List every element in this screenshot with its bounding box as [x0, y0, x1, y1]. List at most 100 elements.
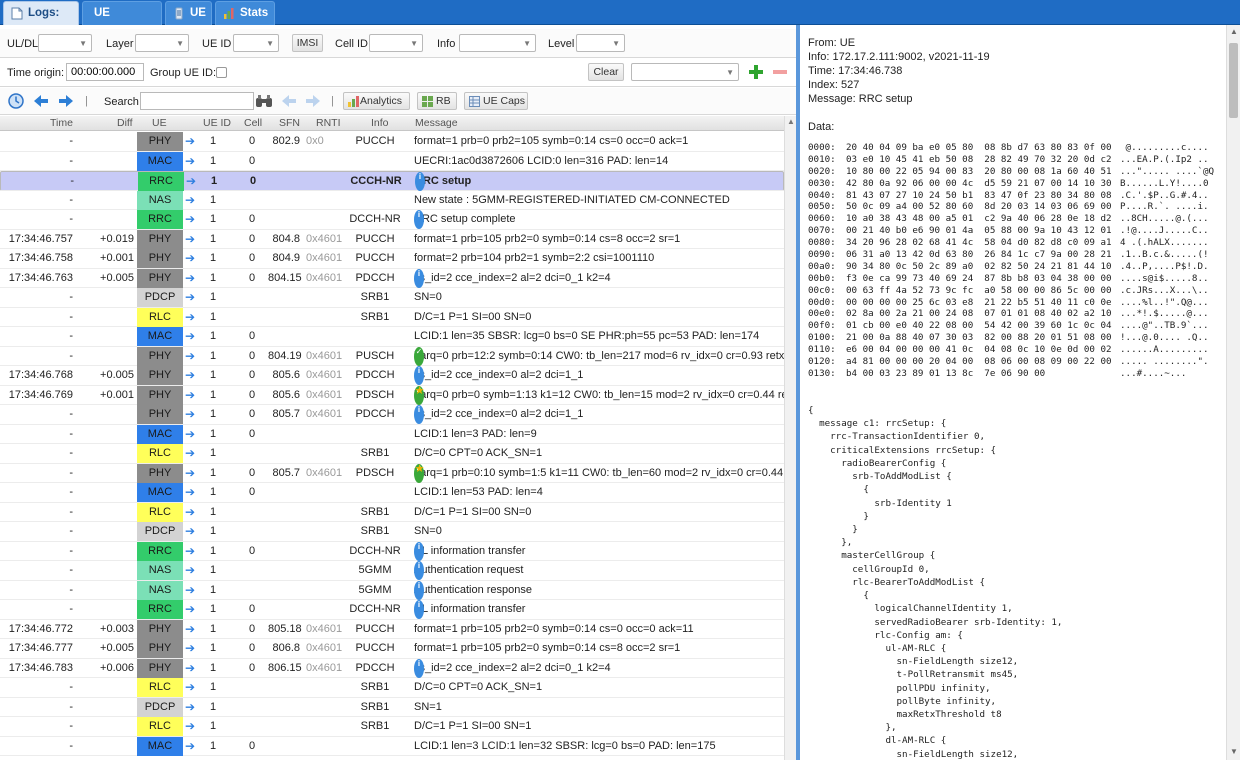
tab-ue-scenario[interactable]: UE Scenario	[82, 1, 162, 42]
scroll-thumb[interactable]	[1229, 43, 1238, 118]
table-row[interactable]: - RLC ➔ 1 SRB1 D/C=1 P=1 SI=00 SN=0	[0, 307, 784, 327]
level-select[interactable]: ▼	[576, 34, 625, 52]
cell-cell: 0	[249, 486, 256, 498]
table-row[interactable]: 17:34:46.763 +0.005 PHY ➔ 1 0 804.15 0x4601 PDCC…	[0, 268, 784, 288]
col-cell[interactable]: Cell	[244, 117, 262, 130]
col-info[interactable]: Info	[371, 117, 389, 130]
tab-stats[interactable]: Stats	[215, 1, 275, 25]
col-ue[interactable]: UE	[152, 117, 167, 130]
cell-cell	[249, 503, 259, 522]
table-row[interactable]: - RLC ➔ 1 SRB1 D/C=0 CPT=0 ACK_SN=1	[0, 678, 784, 698]
cell-message: i ss_id=2 cce_index=0 al=2 dci=1_1	[414, 366, 784, 385]
table-row[interactable]: - PHY ➔ 1 0 805.7 0x4601 PDCCH i ss_id=2 cce_inde…	[0, 405, 784, 425]
clear-button[interactable]: Clear	[588, 63, 624, 81]
scroll-up-icon[interactable]: ▲	[1230, 27, 1238, 36]
col-rnti[interactable]: RNTI	[316, 117, 341, 130]
message-text: LCID:1 len=53 PAD: len=4	[414, 486, 543, 498]
table-row[interactable]: - RRC ➔ 1 0 DCCH-NR i UL information transfer	[0, 600, 784, 620]
add-icon[interactable]	[747, 63, 765, 81]
arrow-right-icon[interactable]	[57, 92, 75, 110]
cell-info: SRB1	[360, 505, 390, 518]
search-input[interactable]	[140, 92, 254, 110]
search-prev-icon[interactable]	[280, 92, 298, 110]
scroll-down-icon[interactable]: ▼	[1230, 747, 1238, 756]
table-row[interactable]: - MAC ➔ 1 0 LCID:1 len=3 LCID:1 len=32 SBSR: …	[0, 736, 784, 756]
message-text: ss_id=2 cce_index=2 al=2 dci=0_1 k2=4	[414, 271, 611, 284]
col-diff[interactable]: Diff	[117, 117, 133, 130]
cell-sfn	[268, 503, 300, 522]
table-row[interactable]: - RLC ➔ 1 SRB1 D/C=0 CPT=0 ACK_SN=1	[0, 444, 784, 464]
layer-select[interactable]: ▼	[135, 34, 189, 52]
table-row[interactable]: - NAS ➔ 1 5GMM i Authentication response	[0, 580, 784, 600]
arrow-right-icon: ➔	[184, 270, 196, 285]
analytics-button[interactable]: Analytics	[343, 92, 410, 110]
ue-caps-button[interactable]: UE Caps	[464, 92, 528, 110]
scroll-up-icon[interactable]: ▲	[787, 117, 795, 126]
chevron-down-icon: ▼	[523, 39, 531, 48]
col-ueid[interactable]: UE ID	[203, 117, 231, 130]
cell-message: i ss_id=2 cce_index=0 al=2 dci=1_1	[414, 405, 784, 424]
search-next-icon[interactable]	[304, 92, 322, 110]
table-row[interactable]: 17:34:46.758 +0.001 PHY ➔ 1 0 804.9 0x4601 PUCCH…	[0, 249, 784, 269]
table-row[interactable]: 17:34:46.768 +0.005 PHY ➔ 1 0 805.6 0x4601 PDCCH…	[0, 366, 784, 386]
cell-diff	[76, 678, 134, 697]
table-row[interactable]: 17:34:46.783 +0.006 PHY ➔ 1 0 806.15 0x4601 PDCC…	[0, 658, 784, 678]
arrow-right-icon: ➔	[184, 621, 196, 636]
cell-cell: 0	[249, 427, 256, 440]
table-row[interactable]: - PHY ➔ 1 0 804.19 0x4601 PUSCH ✓ harq=0 prb=12:2…	[0, 346, 784, 366]
col-time[interactable]: Time	[50, 117, 73, 130]
tab-ue[interactable]: UE	[165, 1, 212, 25]
table-row[interactable]: 17:34:46.757 +0.019 PHY ➔ 1 0 804.8 0x4601 PUCCH…	[0, 229, 784, 249]
table-row[interactable]: - PHY ➔ 1 0 805.7 0x4601 PDSCH ✓ ★ harq=1 prb=0:10…	[0, 463, 784, 483]
table-row[interactable]: - NAS ➔ 1 5GMM i Authentication request	[0, 561, 784, 581]
table-row[interactable]: - PHY ➔ 1 0 802.9 0x0 PUCCH format=1 prb=0 prb2=…	[0, 132, 784, 152]
table-row[interactable]: 17:34:46.777 +0.005 PHY ➔ 1 0 806.8 0x4601 PUCCH…	[0, 639, 784, 659]
rb-button[interactable]: RB	[417, 92, 457, 110]
cell-sfn: 804.8	[272, 232, 300, 245]
col-message[interactable]: Message	[415, 117, 458, 130]
grid-scrollbar[interactable]: ▲	[784, 116, 796, 760]
remove-icon[interactable]	[771, 63, 789, 81]
uldl-select[interactable]: ▼	[38, 34, 92, 52]
table-row[interactable]: - RRC ➔ 1 0 DCCH-NR i RRC setup complete	[0, 210, 784, 230]
table-row[interactable]: - RRC ➔ 1 0 DCCH-NR i DL information transfer	[0, 541, 784, 561]
arrow-right-icon: ➔	[184, 582, 196, 597]
table-row[interactable]: - PDCP ➔ 1 SRB1 SN=1	[0, 697, 784, 717]
tab-logs[interactable]: Logs: 804	[3, 1, 79, 42]
clear-select[interactable]: ▼	[631, 63, 739, 81]
arrow-left-icon[interactable]	[32, 92, 50, 110]
imsi-button[interactable]: IMSI	[292, 34, 323, 52]
cell-info	[345, 327, 405, 346]
table-row[interactable]: - NAS ➔ 1 New state : 5GMM-REGISTERED-INITIA…	[0, 190, 784, 210]
group-ueid-checkbox[interactable]	[216, 67, 227, 78]
table-row[interactable]: - MAC ➔ 1 0 UECRI:1ac0d3872606 LCID:0 len=316…	[0, 151, 784, 171]
table-row[interactable]: 17:34:46.769 +0.001 PHY ➔ 1 0 805.6 0x4601 PDSCH…	[0, 385, 784, 405]
cell-layer: RRC	[137, 210, 183, 229]
table-row[interactable]: - MAC ➔ 1 0 LCID:1 len=53 PAD: len=4	[0, 483, 784, 503]
hex-line: 0060: 10 a0 38 43 48 00 a5 01 c2 9a 40 06…	[808, 213, 1214, 225]
binoculars-icon[interactable]	[255, 92, 273, 110]
cellid-select[interactable]: ▼	[369, 34, 423, 52]
arrow-right-icon: ➔	[184, 348, 196, 363]
table-row[interactable]: - RLC ➔ 1 SRB1 D/C=1 P=1 SI=00 SN=1	[0, 717, 784, 737]
table-row[interactable]: - MAC ➔ 1 0 LCID:1 len=35 SBSR: lcg=0 bs=0 SE…	[0, 327, 784, 347]
cell-message: ✓ ★ harq=0 prb=0 symb=1:13 k1=12 CW0: tb_l…	[414, 385, 784, 405]
table-row[interactable]: - MAC ➔ 1 0 LCID:1 len=3 PAD: len=9	[0, 424, 784, 444]
table-row[interactable]: 17:34:46.772 +0.003 PHY ➔ 1 0 805.18 0x4601 PUCC…	[0, 619, 784, 639]
detail-scrollbar[interactable]: ▲ ▼	[1226, 25, 1240, 760]
table-row[interactable]: - RLC ➔ 1 SRB1 D/C=1 P=1 SI=00 SN=0	[0, 502, 784, 522]
table-row[interactable]: - PDCP ➔ 1 SRB1 SN=0	[0, 522, 784, 542]
hex-offset: 00e0:	[808, 308, 836, 320]
col-sfn[interactable]: SFN	[279, 117, 300, 130]
clock-icon[interactable]	[7, 92, 25, 110]
cell-diff	[76, 717, 134, 736]
cell-layer: RRC	[138, 172, 184, 191]
chevron-down-icon: ▼	[79, 39, 87, 48]
cell-ueid: 1	[210, 739, 217, 752]
table-row[interactable]: - RRC ➔ 1 0 CCCH-NR i RRC setup	[0, 171, 784, 191]
table-row[interactable]: - PDCP ➔ 1 SRB1 SN=0	[0, 288, 784, 308]
ueid-select[interactable]: ▼	[233, 34, 279, 52]
time-origin-input[interactable]	[66, 63, 144, 81]
cell-time: 17:34:46.783	[8, 661, 73, 674]
info-select[interactable]: ▼	[459, 34, 536, 52]
